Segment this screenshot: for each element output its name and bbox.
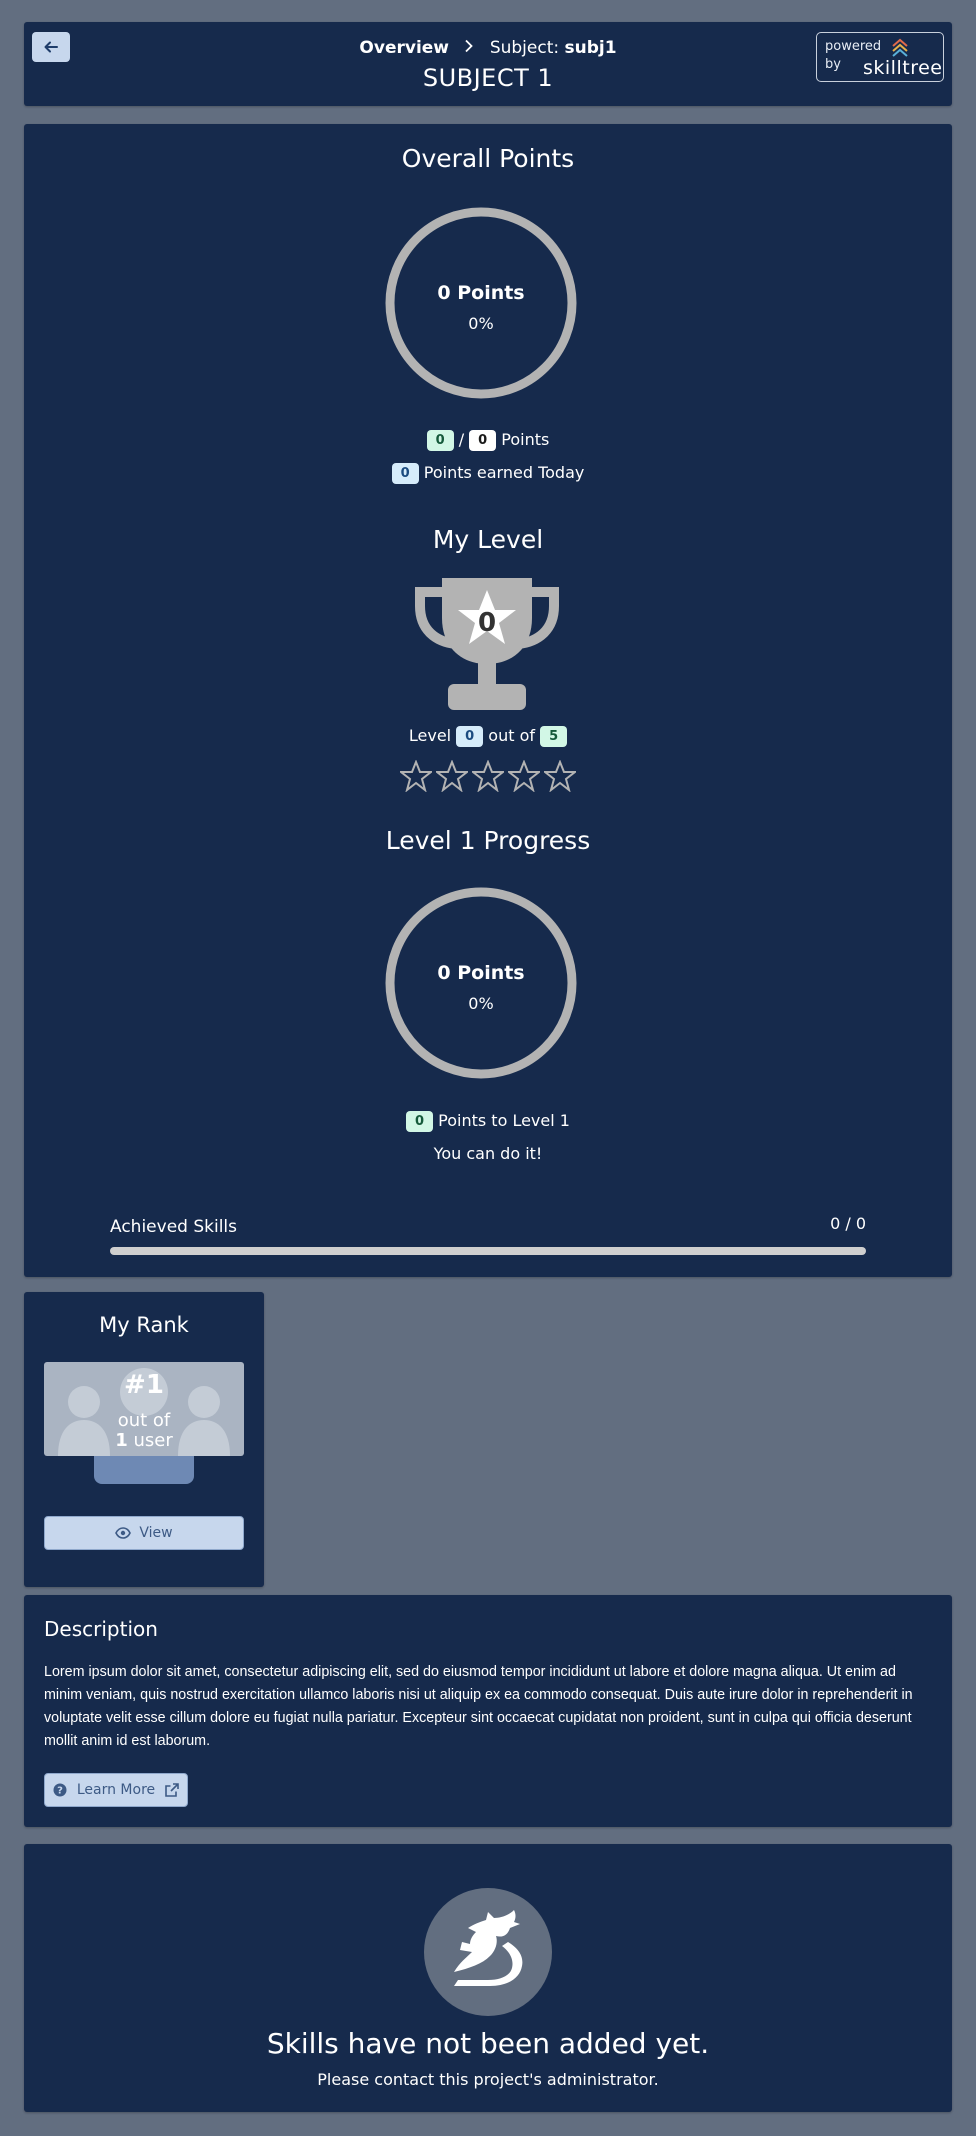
current-level-badge: 0 [456,726,484,747]
level-progress-title: Level 1 Progress [385,826,591,855]
rank-position: #1 [124,1370,164,1400]
skilltree-brand: skilltree [863,57,943,79]
svg-text:?: ? [57,1786,63,1797]
overall-points-ring: 0 Points 0% [382,204,580,402]
rank-user-body-shape [94,1456,194,1484]
encouragement-text: You can do it! [433,1144,543,1163]
page-title: SUBJECT 1 [422,64,554,92]
dragon-icon [424,1888,552,2016]
level-progress-value: 0 Points [437,962,525,984]
star-icon [544,760,576,792]
subject-header: Overview Subject: subj1 SUBJECT 1 powere… [24,22,952,106]
description-body: Lorem ipsum dolor sit amet, consectetur … [44,1664,913,1749]
max-level-badge: 5 [540,726,568,747]
rank-users-count: 1 [115,1430,128,1451]
rank-users-label: user [133,1430,173,1451]
level-stars [24,760,952,792]
overall-points-value: 0 Points [437,282,525,304]
view-rank-label: View [139,1525,173,1541]
points-to-level-summary: 0 Points to Level 1 [24,1111,952,1132]
rank-users: 1 user [44,1430,244,1451]
no-skills-title: Skills have not been added yet. [266,2027,710,2060]
learn-more-button[interactable]: ? Learn More [44,1773,188,1807]
chevron-right-icon [464,38,474,58]
powered-by-skilltree-link[interactable]: powered by skilltree [816,32,944,82]
today-points-badge: 0 [391,463,419,484]
description-title: Description [44,1617,158,1641]
achieved-skills-count: 0 / 0 [830,1214,866,1233]
level-progress-ring: 0 Points 0% [382,884,580,1082]
points-to-level-badge: 0 [406,1111,434,1132]
achieved-skills-progress-bar [110,1247,866,1255]
star-icon [400,760,432,792]
level-summary: Level 0 out of 5 [24,726,952,747]
rank-display: #1 out of 1 user [44,1362,244,1456]
learn-more-label: Learn More [76,1782,156,1798]
level-progress-percent: 0% [468,994,494,1013]
breadcrumb-subject-prefix: Subject: [489,38,560,58]
no-skills-card: Skills have not been added yet. Please c… [24,1844,952,2112]
achieved-skills-label: Achieved Skills [110,1217,238,1237]
my-level-title: My Level [432,525,544,554]
rank-out-of-label: out of [117,1410,171,1431]
overall-points-title: Overall Points [401,144,575,173]
star-icon [436,760,468,792]
question-circle-icon: ? [53,1783,67,1797]
overall-points-percent: 0% [468,314,494,333]
breadcrumb-overview-link[interactable]: Overview [359,38,449,58]
breadcrumb-subject-id: subj1 [564,38,617,58]
earned-points-badge: 0 [426,430,454,451]
my-rank-card: My Rank #1 out of 1 user View [24,1292,264,1587]
view-rank-button[interactable]: View [44,1516,244,1550]
trophy-icon: 0 [414,578,560,710]
breadcrumb: Overview Subject: subj1 [24,38,952,58]
star-icon [472,760,504,792]
external-link-icon [165,1783,179,1797]
subject-stats-card: Overall Points 0 Points 0% 0 / 0 Points … [24,124,952,1277]
overall-points-summary: 0 / 0 Points [24,430,952,451]
my-rank-title: My Rank [99,1313,189,1337]
star-icon [508,760,540,792]
skilltree-logo-icon [892,38,908,57]
trophy-level-number: 0 [477,608,497,638]
points-today-summary: 0 Points earned Today [24,463,952,484]
total-points-badge: 0 [469,430,497,451]
description-card: Description Lorem ipsum dolor sit amet, … [24,1595,952,1827]
eye-icon [115,1527,132,1539]
no-skills-subtitle: Please contact this project's administra… [317,2070,659,2089]
